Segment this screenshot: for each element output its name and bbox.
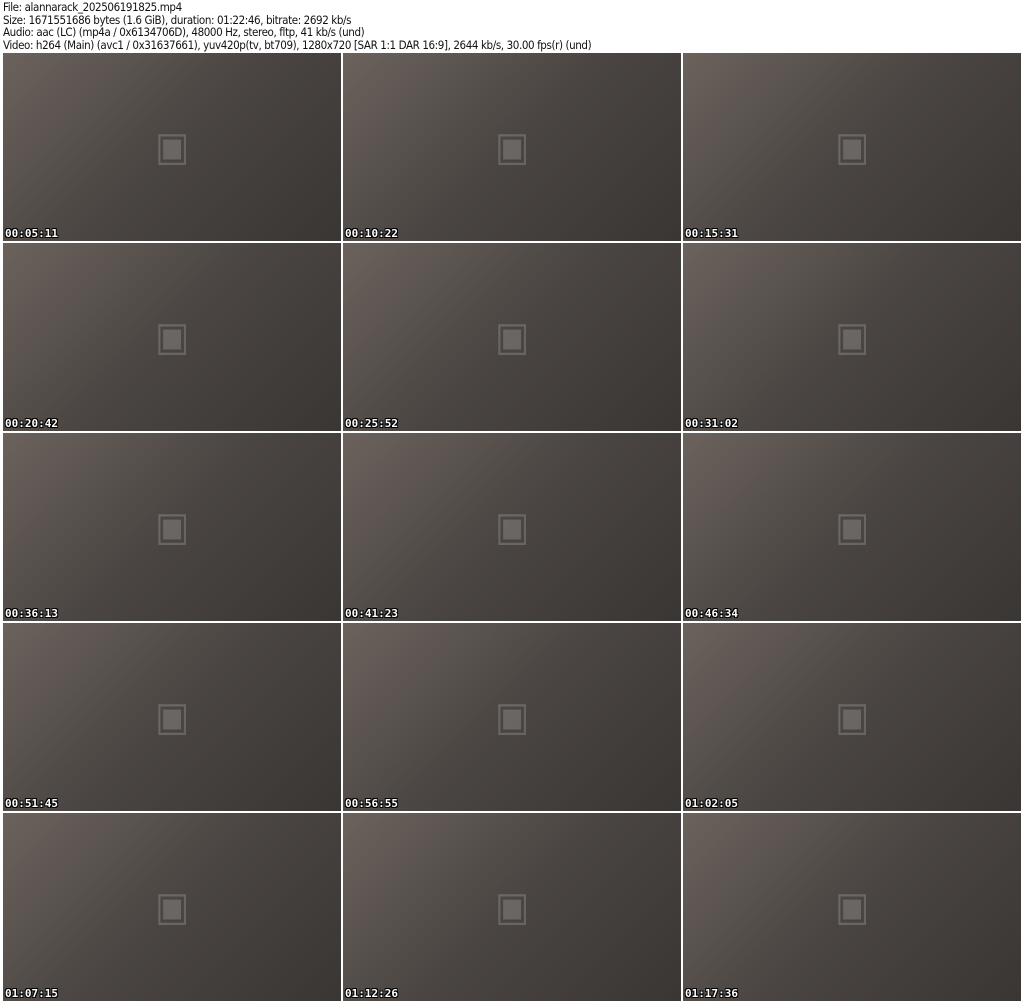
- frame-timestamp: 01:12:26: [345, 987, 398, 1000]
- frame-timestamp: 01:17:36: [685, 987, 738, 1000]
- video-frame-thumbnail: ▣ 00:36:13: [3, 433, 341, 621]
- video-frame-thumbnail: ▣ 00:41:23: [343, 433, 681, 621]
- frame-timestamp: 00:41:23: [345, 607, 398, 620]
- audio-info: Audio: aac (LC) (mp4a / 0x6134706D), 480…: [3, 25, 365, 39]
- frame-timestamp: 00:56:55: [345, 797, 398, 810]
- video-frame-thumbnail: ▣ 01:07:15: [3, 813, 341, 1001]
- image-placeholder-icon: ▣: [494, 504, 529, 550]
- video-frame-thumbnail: ▣ 00:10:22: [343, 53, 681, 241]
- frame-timestamp: 00:15:31: [685, 227, 738, 240]
- image-placeholder-icon: ▣: [154, 694, 189, 740]
- image-placeholder-icon: ▣: [154, 504, 189, 550]
- video-frame-thumbnail: ▣ 00:05:11: [3, 53, 341, 241]
- frame-timestamp: 00:51:45: [5, 797, 58, 810]
- frame-timestamp: 00:31:02: [685, 417, 738, 430]
- video-frame-thumbnail: ▣ 01:12:26: [343, 813, 681, 1001]
- video-frame-thumbnail: ▣ 01:17:36: [683, 813, 1021, 1001]
- image-placeholder-icon: ▣: [154, 884, 189, 930]
- video-frame-thumbnail: ▣ 00:46:34: [683, 433, 1021, 621]
- frame-timestamp: 00:46:34: [685, 607, 738, 620]
- image-placeholder-icon: ▣: [834, 124, 869, 170]
- image-placeholder-icon: ▣: [494, 314, 529, 360]
- image-placeholder-icon: ▣: [834, 694, 869, 740]
- image-placeholder-icon: ▣: [494, 694, 529, 740]
- frame-timestamp: 00:05:11: [5, 227, 58, 240]
- image-placeholder-icon: ▣: [154, 124, 189, 170]
- video-frame-thumbnail: ▣ 00:20:42: [3, 243, 341, 431]
- thumbnail-grid: ▣ 00:05:11 ▣ 00:10:22 ▣ 00:15:31 ▣ 00:20:42 ▣ 00:…: [3, 53, 1021, 1001]
- image-placeholder-icon: ▣: [494, 884, 529, 930]
- video-info: Video: h264 (Main) (avc1 / 0x31637661), …: [3, 37, 592, 52]
- video-frame-thumbnail: ▣ 00:56:55: [343, 623, 681, 811]
- video-frame-thumbnail: ▣ 00:15:31: [683, 53, 1021, 241]
- frame-timestamp: 01:07:15: [5, 987, 58, 1000]
- video-frame-thumbnail: ▣ 00:25:52: [343, 243, 681, 431]
- image-placeholder-icon: ▣: [154, 314, 189, 360]
- file-name: File: alannarack_202506191825.mp4: [3, 0, 182, 14]
- frame-timestamp: 01:02:05: [685, 797, 738, 810]
- video-frame-thumbnail: ▣ 01:02:05: [683, 623, 1021, 811]
- frame-timestamp: 00:20:42: [5, 417, 58, 430]
- image-placeholder-icon: ▣: [834, 884, 869, 930]
- image-placeholder-icon: ▣: [834, 504, 869, 550]
- file-info-header: File: alannarack_202506191825.mp4 Size: …: [3, 0, 592, 52]
- frame-timestamp: 00:36:13: [5, 607, 58, 620]
- video-frame-thumbnail: ▣ 00:31:02: [683, 243, 1021, 431]
- image-placeholder-icon: ▣: [834, 314, 869, 360]
- video-frame-thumbnail: ▣ 00:51:45: [3, 623, 341, 811]
- frame-timestamp: 00:10:22: [345, 227, 398, 240]
- image-placeholder-icon: ▣: [494, 124, 529, 170]
- frame-timestamp: 00:25:52: [345, 417, 398, 430]
